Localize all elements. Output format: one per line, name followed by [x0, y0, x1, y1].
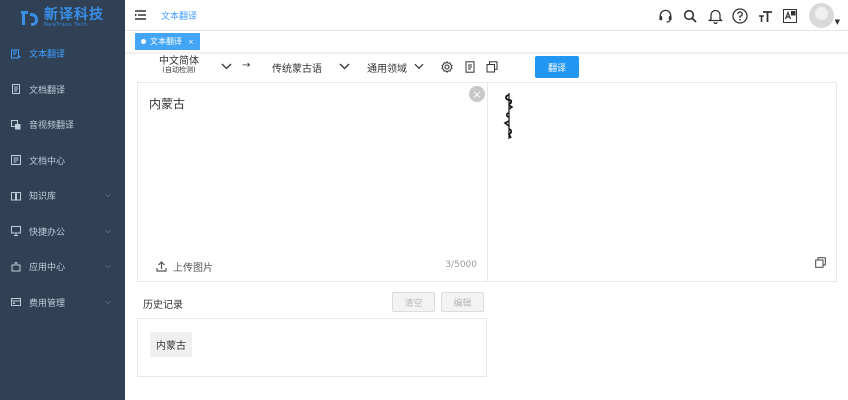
domain-select[interactable]: 通用领域	[367, 60, 407, 75]
source-textarea[interactable]: 内蒙古	[149, 95, 185, 112]
top-navbar: 文本翻译 ▼	[125, 0, 848, 31]
upload-image-button[interactable]: 上传图片	[156, 259, 213, 274]
search-icon[interactable]	[678, 0, 703, 31]
copy-icon[interactable]	[815, 257, 826, 268]
monitor-icon	[11, 226, 21, 237]
tab-label: 文本翻译	[150, 37, 182, 46]
history-title: 历史记录	[143, 300, 183, 311]
chevron-down-icon[interactable]	[221, 63, 232, 70]
caret-down-icon[interactable]: ▼	[835, 18, 840, 26]
clear-history-button[interactable]: 清空	[392, 292, 435, 312]
edit-history-button[interactable]: 编辑	[441, 292, 484, 312]
sidebar-item-text-translate[interactable]: 文本翻译	[0, 36, 125, 72]
sidebar-item-label: 文档中心	[29, 156, 66, 167]
sidebar-menu: 文本翻译 文档翻译 音视频翻译 文档中心 知识库 ⌵ 快捷办公 ⌵ 应用中心 ⌵…	[0, 36, 125, 320]
document-icon	[11, 84, 21, 95]
target-language-select[interactable]: 传统蒙古语	[272, 60, 322, 75]
upload-label: 上传图片	[173, 263, 213, 274]
char-count: 3/5000	[445, 260, 477, 270]
media-icon	[11, 119, 21, 130]
sidebar-item-billing[interactable]: 费用管理 ⌵	[0, 285, 125, 321]
translated-output-text	[503, 93, 514, 139]
target-panel	[488, 83, 836, 281]
settings-icon[interactable]	[441, 61, 453, 73]
swap-arrow-icon[interactable]: →	[242, 60, 250, 71]
brand-name: 新译科技	[44, 7, 104, 23]
sidebar-item-label: 快捷办公	[29, 227, 66, 238]
close-icon[interactable]: ×	[188, 38, 194, 46]
help-icon[interactable]	[728, 0, 753, 31]
language-toolbar: 中文简体 (自动检测) → 传统蒙古语 通用领域 翻译	[125, 54, 848, 82]
brand-logo[interactable]: 新译科技 NewTrans Tech	[0, 0, 125, 36]
sidebar-item-label: 知识库	[29, 192, 57, 203]
puzzle-icon	[11, 261, 21, 272]
brand-sub: NewTrans Tech	[44, 22, 88, 28]
top-toolbar: ▼	[653, 0, 840, 31]
history-list: 内蒙古	[137, 318, 487, 377]
sidebar-item-office[interactable]: 快捷办公 ⌵	[0, 214, 125, 250]
sidebar-item-doc-center[interactable]: 文档中心	[0, 143, 125, 179]
copy-mode-icon[interactable]	[486, 61, 498, 73]
tags-view: 文本翻译 ×	[125, 31, 848, 53]
avatar[interactable]	[808, 3, 834, 28]
wallet-icon	[11, 297, 21, 307]
chevron-down-icon[interactable]	[339, 63, 350, 70]
clear-icon[interactable]: ×	[469, 86, 485, 102]
translate-lang-icon[interactable]	[778, 0, 803, 31]
chevron-down-icon: ⌵	[104, 261, 111, 270]
font-size-icon[interactable]	[753, 0, 778, 31]
breadcrumb[interactable]: 文本翻译	[161, 9, 197, 22]
tab-text-translate[interactable]: 文本翻译 ×	[135, 33, 200, 50]
source-panel[interactable]: 内蒙古 × 上传图片 3/5000	[138, 83, 488, 281]
text-translate-icon	[11, 49, 21, 59]
book-icon	[11, 191, 21, 201]
active-dot-icon	[141, 39, 146, 44]
chevron-down-icon[interactable]	[414, 63, 424, 70]
sidebar-item-knowledge[interactable]: 知识库 ⌵	[0, 178, 125, 214]
history-item[interactable]: 内蒙古	[150, 332, 192, 357]
sidebar-item-apps[interactable]: 应用中心 ⌵	[0, 249, 125, 285]
menu-toggle-icon[interactable]	[135, 10, 147, 20]
bell-icon[interactable]	[703, 0, 728, 31]
logo-icon	[21, 11, 38, 26]
sidebar-item-label: 费用管理	[29, 298, 66, 309]
sidebar-item-doc-translate[interactable]: 文档翻译	[0, 72, 125, 108]
doc-center-icon	[11, 155, 21, 166]
sidebar-item-label: 应用中心	[29, 263, 66, 274]
sidebar-item-label: 文本翻译	[29, 50, 66, 61]
chevron-down-icon: ⌵	[104, 225, 111, 235]
glossary-icon[interactable]	[464, 61, 476, 73]
source-language-select[interactable]: 中文简体 (自动检测)	[159, 56, 199, 75]
chevron-down-icon: ⌵	[104, 190, 111, 199]
translation-panels: 内蒙古 × 上传图片 3/5000	[137, 82, 837, 282]
sidebar: 新译科技 NewTrans Tech 文本翻译 文档翻译 音视频翻译 文档中心 …	[0, 0, 125, 400]
translate-button[interactable]: 翻译	[535, 56, 579, 78]
headset-icon[interactable]	[653, 0, 678, 31]
auto-detect-label: (自动检测)	[162, 66, 196, 74]
upload-icon	[156, 261, 167, 272]
chevron-down-icon: ⌵	[104, 296, 111, 306]
sidebar-item-media-translate[interactable]: 音视频翻译	[0, 107, 125, 143]
sidebar-item-label: 文档翻译	[29, 85, 66, 96]
sidebar-item-label: 音视频翻译	[29, 121, 75, 132]
